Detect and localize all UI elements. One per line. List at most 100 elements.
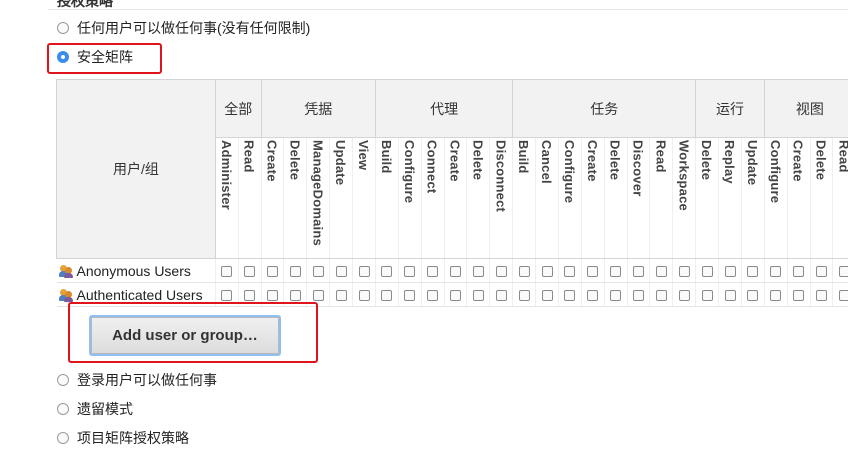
permission-cell [466,258,490,283]
permission-label: Administer [218,140,234,210]
permission-checkbox[interactable] [564,290,576,302]
radio-button[interactable] [57,403,69,415]
permission-label: Read [241,140,257,173]
permission-checkbox[interactable] [610,266,622,278]
permission-checkbox[interactable] [633,266,645,278]
permission-column-header: Configure [763,137,788,259]
permission-checkbox[interactable] [267,266,279,278]
permission-checkbox[interactable] [838,266,848,278]
permission-checkbox[interactable] [381,290,393,302]
permission-checkbox[interactable] [358,290,370,302]
permission-checkbox[interactable] [793,266,805,278]
permission-checkbox[interactable] [495,266,507,278]
permission-label: ManageDomains [310,140,326,246]
radio-button[interactable] [57,22,69,34]
strategy-anyone-option[interactable]: 任何用户可以做任何事(没有任何限制) [57,18,310,38]
permission-checkbox[interactable] [289,266,301,278]
user-group-icon [58,264,73,278]
permission-checkbox[interactable] [495,290,507,302]
permission-checkbox[interactable] [381,266,393,278]
permission-checkbox[interactable] [518,266,530,278]
permission-checkbox[interactable] [678,266,690,278]
permission-checkbox[interactable] [312,290,324,302]
permission-checkbox[interactable] [770,290,782,302]
permission-checkbox[interactable] [770,266,782,278]
permission-checkbox[interactable] [427,290,439,302]
permission-checkbox[interactable] [838,290,848,302]
permission-checkbox[interactable] [633,290,645,302]
permission-checkbox[interactable] [678,290,690,302]
permission-checkbox[interactable] [450,290,462,302]
permission-checkbox[interactable] [244,266,256,278]
permission-checkbox[interactable] [747,266,759,278]
annotation-highlight-matrix [47,43,162,74]
permission-cell [374,258,399,283]
permission-cell [535,282,559,307]
permission-label: Delete [813,140,829,181]
permission-checkbox[interactable] [587,266,599,278]
permission-checkbox[interactable] [404,266,416,278]
permission-checkbox[interactable] [701,290,713,302]
permission-checkbox[interactable] [724,290,736,302]
permission-checkbox[interactable] [335,290,347,302]
permission-checkbox[interactable] [472,266,484,278]
permission-group-header: 全部 [214,79,262,138]
permission-cell [763,258,788,283]
permission-checkbox[interactable] [450,266,462,278]
permission-cell [672,282,696,307]
permission-label: Discover [630,140,646,197]
permission-cell [786,258,811,283]
permission-label: Read [653,140,669,173]
permission-cell [718,258,742,283]
permission-checkbox[interactable] [404,290,416,302]
permission-checkbox[interactable] [335,266,347,278]
permission-cell [557,282,582,307]
permission-column-header: Create [580,137,605,259]
strategy-logged-in-option[interactable]: 登录用户可以做任何事 [57,370,217,390]
permission-group-header: 运行 [695,79,765,138]
permission-cell [603,258,628,283]
permission-cell [740,258,765,283]
strategy-legacy-label: 遗留模式 [77,401,133,417]
permission-cell [260,258,284,283]
add-user-or-group-button[interactable]: Add user or group… [89,315,281,356]
permission-checkbox[interactable] [701,266,713,278]
permission-cell [329,258,353,283]
permission-checkbox[interactable] [655,266,667,278]
permission-checkbox[interactable] [747,290,759,302]
permission-checkbox[interactable] [541,290,553,302]
radio-button[interactable] [57,374,69,386]
divider [48,9,848,10]
radio-button[interactable] [57,432,69,444]
strategy-legacy-option[interactable]: 遗留模式 [57,399,133,419]
permission-checkbox[interactable] [610,290,622,302]
permission-cell [763,282,788,307]
permission-checkbox[interactable] [221,266,233,278]
permission-checkbox[interactable] [472,290,484,302]
strategy-project-matrix-option[interactable]: 项目矩阵授权策略 [57,428,189,448]
permission-checkbox[interactable] [358,266,370,278]
permission-cell [809,282,833,307]
permission-checkbox[interactable] [427,266,439,278]
permission-checkbox[interactable] [587,290,599,302]
permission-column-header: Discover [626,137,650,259]
permission-cell [306,258,330,283]
permission-label: Delete [607,140,623,181]
permission-checkbox[interactable] [267,290,279,302]
permission-checkbox[interactable] [793,290,805,302]
permission-checkbox[interactable] [816,266,828,278]
permission-checkbox[interactable] [518,290,530,302]
permission-checkbox[interactable] [312,266,324,278]
permission-checkbox[interactable] [724,266,736,278]
permission-checkbox[interactable] [289,290,301,302]
permission-cell [809,258,833,283]
permission-label: Build [378,140,394,174]
permission-checkbox[interactable] [655,290,667,302]
permission-checkbox[interactable] [221,290,233,302]
permission-checkbox[interactable] [564,266,576,278]
permission-checkbox[interactable] [541,266,553,278]
permission-checkbox[interactable] [244,290,256,302]
permission-checkbox[interactable] [816,290,828,302]
permission-label: Create [447,140,463,182]
permission-cell [786,282,811,307]
